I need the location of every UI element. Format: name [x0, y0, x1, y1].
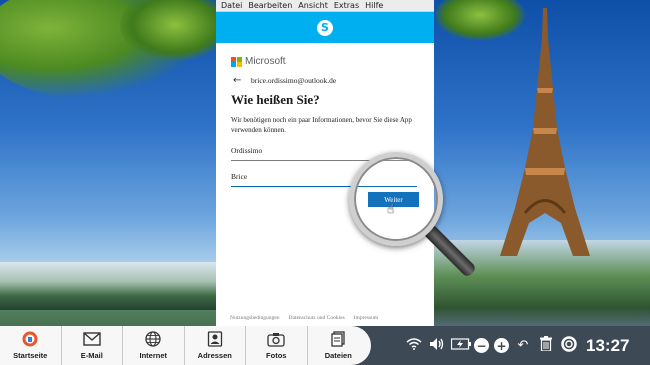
skype-header: S: [216, 12, 434, 43]
dock-item-home[interactable]: Startseite: [0, 326, 62, 365]
microsoft-brand: Microsoft: [231, 56, 421, 67]
globe-icon: [144, 331, 162, 347]
help-icon[interactable]: [560, 335, 578, 356]
magnifier-icon: [349, 152, 443, 246]
mail-icon: [83, 331, 101, 347]
dock: Startseite E-Mail Internet Adressen Foto…: [0, 326, 371, 365]
dock-label: Adressen: [197, 351, 232, 360]
home-icon: [21, 331, 39, 347]
clock: 13:27: [586, 335, 630, 355]
privacy-link[interactable]: Datenschutz und Cookies: [289, 315, 345, 321]
dock-item-photos[interactable]: Fotos: [246, 326, 308, 365]
brand-name: Microsoft: [245, 56, 286, 67]
imprint-link[interactable]: Impressum: [354, 315, 378, 321]
back-arrow-icon[interactable]: ←: [233, 75, 251, 86]
menu-file[interactable]: Datei: [218, 0, 245, 12]
dock-item-files[interactable]: Dateien: [308, 326, 370, 365]
zoom-out-icon[interactable]: −: [474, 338, 489, 353]
menu-help[interactable]: Hilfe: [362, 0, 386, 12]
skype-logo-icon: S: [317, 19, 333, 36]
dock-label: E-Mail: [80, 351, 103, 360]
page-description: Wir benötigen noch ein paar Informatione…: [231, 116, 412, 134]
zoom-in-icon[interactable]: +: [494, 338, 509, 353]
account-row: ← brice.ordissimo@outlook.de: [231, 75, 421, 86]
system-tray: − + ↶ 13:27: [405, 326, 629, 365]
dock-item-email[interactable]: E-Mail: [62, 326, 123, 365]
microsoft-logo-icon: [231, 56, 242, 67]
dock-label: Internet: [139, 351, 167, 360]
hand-cursor-icon: ☝: [387, 202, 395, 216]
taskbar: Startseite E-Mail Internet Adressen Foto…: [0, 326, 650, 365]
contacts-icon: [206, 331, 224, 347]
eiffel-tower-image: [500, 8, 590, 256]
files-icon: [329, 331, 347, 347]
menu-edit[interactable]: Bearbeiten: [245, 0, 295, 12]
dock-label: Startseite: [13, 351, 48, 360]
city-skyline: [0, 262, 216, 310]
camera-icon: [267, 331, 285, 347]
page-title: Wie heißen Sie?: [231, 92, 320, 107]
dock-label: Fotos: [266, 351, 287, 360]
volume-icon[interactable]: [428, 337, 446, 355]
trash-icon[interactable]: [537, 336, 555, 355]
account-email: brice.ordissimo@outlook.de: [251, 76, 337, 85]
terms-link[interactable]: Nutzungsbedingungen: [230, 315, 280, 321]
footer-links: Nutzungsbedingungen Datenschutz und Cook…: [230, 315, 378, 321]
undo-icon[interactable]: ↶: [514, 338, 532, 353]
dock-label: Dateien: [324, 351, 352, 360]
dock-item-contacts[interactable]: Adressen: [185, 326, 246, 365]
battery-icon: [450, 337, 471, 354]
wifi-icon[interactable]: [405, 337, 423, 354]
menu-view[interactable]: Ansicht: [295, 0, 331, 12]
dock-item-internet[interactable]: Internet: [123, 326, 185, 365]
menu-tools[interactable]: Extras: [331, 0, 362, 12]
menu-bar: Datei Bearbeiten Ansicht Extras Hilfe: [216, 0, 434, 12]
